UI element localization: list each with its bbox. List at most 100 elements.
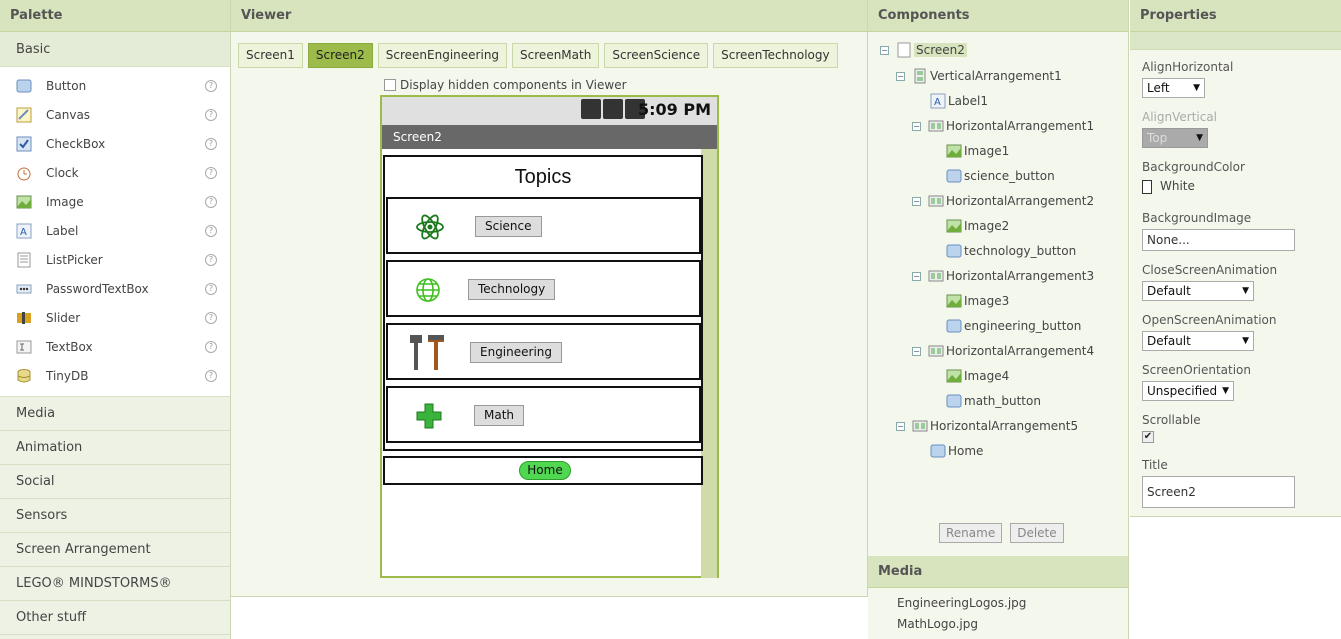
tree-item-image3[interactable]: Image3 <box>946 291 1009 311</box>
topics-label[interactable]: Topics <box>385 157 701 197</box>
tree-item-technology-button[interactable]: technology_button <box>946 241 1076 261</box>
help-icon[interactable]: ? <box>205 195 217 208</box>
tree-item-label1[interactable]: A Label1 <box>930 91 988 111</box>
tree-item-horizontalarrangement1[interactable]: − HorizontalArrangement1 <box>912 116 1094 136</box>
tree-item-horizontalarrangement4[interactable]: − HorizontalArrangement4 <box>912 341 1094 361</box>
palette-category-social[interactable]: Social <box>0 465 230 499</box>
palette-item-tinydb[interactable]: TinyDB ? <box>0 361 230 390</box>
palette-category-media[interactable]: Media <box>0 397 230 431</box>
tree-item-verticalarrangement1[interactable]: − VerticalArrangement1 <box>896 66 1062 86</box>
media-file[interactable]: MathLogo.jpg <box>897 617 978 631</box>
science-button[interactable]: Science <box>475 216 542 237</box>
palette-item-label[interactable]: A Label ? <box>0 216 230 245</box>
home-button[interactable]: Home <box>519 461 571 480</box>
tree-label: VerticalArrangement1 <box>930 69 1062 83</box>
palette-item-canvas[interactable]: Canvas ? <box>0 100 230 129</box>
help-icon[interactable]: ? <box>205 340 217 353</box>
tree-item-horizontalarrangement3[interactable]: − HorizontalArrangement3 <box>912 266 1094 286</box>
collapse-toggle[interactable]: − <box>912 346 921 356</box>
tree-item-image2[interactable]: Image2 <box>946 216 1009 236</box>
select-value: Default <box>1147 334 1191 348</box>
tree-item-engineering-button[interactable]: engineering_button <box>946 316 1081 336</box>
tab-screen-engineering[interactable]: ScreenEngineering <box>377 43 508 68</box>
components-header: Components <box>868 0 1128 32</box>
globe-icon[interactable] <box>412 274 444 306</box>
palette-category-screen-arrangement[interactable]: Screen Arrangement <box>0 533 230 567</box>
palette-item-checkbox[interactable]: CheckBox ? <box>0 129 230 158</box>
collapse-toggle[interactable]: − <box>912 271 921 281</box>
help-icon[interactable]: ? <box>205 224 217 237</box>
palette-item-passwordtextbox[interactable]: PasswordTextBox ? <box>0 274 230 303</box>
technology-button[interactable]: Technology <box>468 279 556 300</box>
tab-screen-science[interactable]: ScreenScience <box>604 43 709 68</box>
help-icon[interactable]: ? <box>205 108 217 121</box>
palette-item-image[interactable]: Image ? <box>0 187 230 216</box>
palette-item-slider[interactable]: Slider ? <box>0 303 230 332</box>
engineering-button[interactable]: Engineering <box>470 342 562 363</box>
palette-category-lego[interactable]: LEGO® MINDSTORMS® <box>0 567 230 601</box>
palette-item-listpicker[interactable]: ListPicker ? <box>0 245 230 274</box>
palette-category-sensors[interactable]: Sensors <box>0 499 230 533</box>
atom-icon[interactable] <box>414 211 446 243</box>
tree-item-science-button[interactable]: science_button <box>946 166 1055 186</box>
tree-label: Image3 <box>964 294 1010 308</box>
prop-label: Scrollable <box>1142 413 1201 427</box>
collapse-toggle[interactable]: − <box>896 421 905 431</box>
horizontal-arrangement-math[interactable]: Math <box>386 386 701 443</box>
horizontal-arrangement-technology[interactable]: Technology <box>386 260 701 317</box>
display-hidden-toggle[interactable]: Display hidden components in Viewer <box>384 78 627 92</box>
background-image-input[interactable]: None... <box>1142 229 1295 251</box>
help-icon[interactable]: ? <box>205 137 217 150</box>
horizontal-arrangement-home[interactable]: Home <box>383 456 703 485</box>
delete-button[interactable]: Delete <box>1010 523 1064 543</box>
title-input[interactable]: Screen2 <box>1142 476 1295 508</box>
tree-item-image1[interactable]: Image1 <box>946 141 1009 161</box>
display-hidden-checkbox[interactable] <box>384 79 396 91</box>
math-button[interactable]: Math <box>474 405 525 426</box>
palette-basic-header[interactable]: Basic <box>0 32 230 67</box>
screen-orientation-select[interactable]: Unspecified ▼ <box>1142 381 1234 401</box>
tab-screen-math[interactable]: ScreenMath <box>512 43 600 68</box>
vertical-arrangement[interactable]: Topics Science Technology Engineering Ma… <box>383 155 703 451</box>
svg-text:A: A <box>934 97 941 108</box>
horizontal-arrangement-engineering[interactable]: Engineering <box>386 323 701 380</box>
tree-item-horizontalarrangement2[interactable]: − HorizontalArrangement2 <box>912 191 1094 211</box>
palette-category-other[interactable]: Other stuff <box>0 601 230 635</box>
help-icon[interactable]: ? <box>205 311 217 324</box>
select-value: Unspecified <box>1147 384 1218 398</box>
tree-item-image4[interactable]: Image4 <box>946 366 1009 386</box>
tab-screen1[interactable]: Screen1 <box>238 43 303 68</box>
palette-category-animation[interactable]: Animation <box>0 431 230 465</box>
collapse-toggle[interactable]: − <box>912 121 921 131</box>
plus-icon[interactable] <box>413 400 445 432</box>
tree-item-home[interactable]: Home <box>930 441 983 461</box>
status-icons <box>581 99 645 119</box>
collapse-toggle[interactable]: − <box>912 196 921 206</box>
help-icon[interactable]: ? <box>205 369 217 382</box>
help-icon[interactable]: ? <box>205 166 217 179</box>
tree-item-screen2[interactable]: − Screen2 <box>880 40 967 60</box>
tab-screen-technology[interactable]: ScreenTechnology <box>713 43 838 68</box>
palette-item-button[interactable]: Button ? <box>0 71 230 100</box>
help-icon[interactable]: ? <box>205 253 217 266</box>
properties-panel: Properties AlignHorizontal Left ▼ AlignV… <box>1130 0 1341 517</box>
palette-item-textbox[interactable]: TextBox ? <box>0 332 230 361</box>
background-color-picker[interactable]: White <box>1142 179 1245 194</box>
close-animation-select[interactable]: Default ▼ <box>1142 281 1254 301</box>
help-icon[interactable]: ? <box>205 282 217 295</box>
align-horizontal-select[interactable]: Left ▼ <box>1142 78 1205 98</box>
collapse-toggle[interactable]: − <box>896 71 905 81</box>
tree-label: HorizontalArrangement2 <box>946 194 1095 208</box>
tab-screen2[interactable]: Screen2 <box>307 43 373 68</box>
open-animation-select[interactable]: Default ▼ <box>1142 331 1254 351</box>
help-icon[interactable]: ? <box>205 79 217 92</box>
scrollable-checkbox[interactable]: ✔ <box>1142 431 1154 443</box>
horizontal-arrangement-science[interactable]: Science <box>386 197 701 254</box>
rename-button[interactable]: Rename <box>939 523 1003 543</box>
media-file[interactable]: EngineeringLogos.jpg <box>897 596 1026 610</box>
tree-item-horizontalarrangement5[interactable]: − HorizontalArrangement5 <box>896 416 1078 436</box>
tree-item-math-button[interactable]: math_button <box>946 391 1041 411</box>
collapse-toggle[interactable]: − <box>880 45 889 55</box>
tools-icon[interactable] <box>406 332 448 374</box>
palette-item-clock[interactable]: Clock ? <box>0 158 230 187</box>
